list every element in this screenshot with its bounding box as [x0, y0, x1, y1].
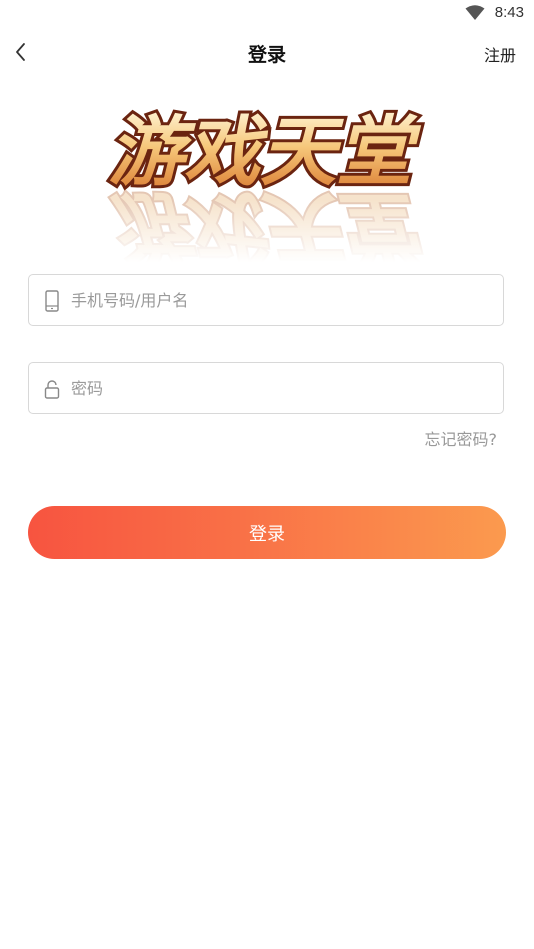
- account-field[interactable]: [28, 274, 504, 326]
- forgot-password-link[interactable]: 忘记密码?: [425, 426, 498, 450]
- nav-bar: 登录 注册: [0, 32, 534, 72]
- register-link[interactable]: 注册: [484, 42, 516, 66]
- status-bar: 8:43: [0, 0, 534, 28]
- lock-icon: [44, 380, 60, 399]
- page-title: 登录: [247, 44, 286, 66]
- wifi-icon: [465, 5, 485, 20]
- phone-icon: [45, 290, 59, 312]
- app-logo: 游戏天堂 游戏天堂: [100, 92, 434, 273]
- password-input[interactable]: [71, 363, 491, 413]
- login-button[interactable]: 登录: [28, 506, 506, 559]
- status-time: 8:43: [494, 4, 524, 21]
- account-input[interactable]: [71, 275, 491, 325]
- password-field[interactable]: [28, 362, 504, 414]
- login-screen: 8:43 登录 注册 游戏天堂 手机号码/用户名 忘记密码? 登录: [0, 0, 534, 949]
